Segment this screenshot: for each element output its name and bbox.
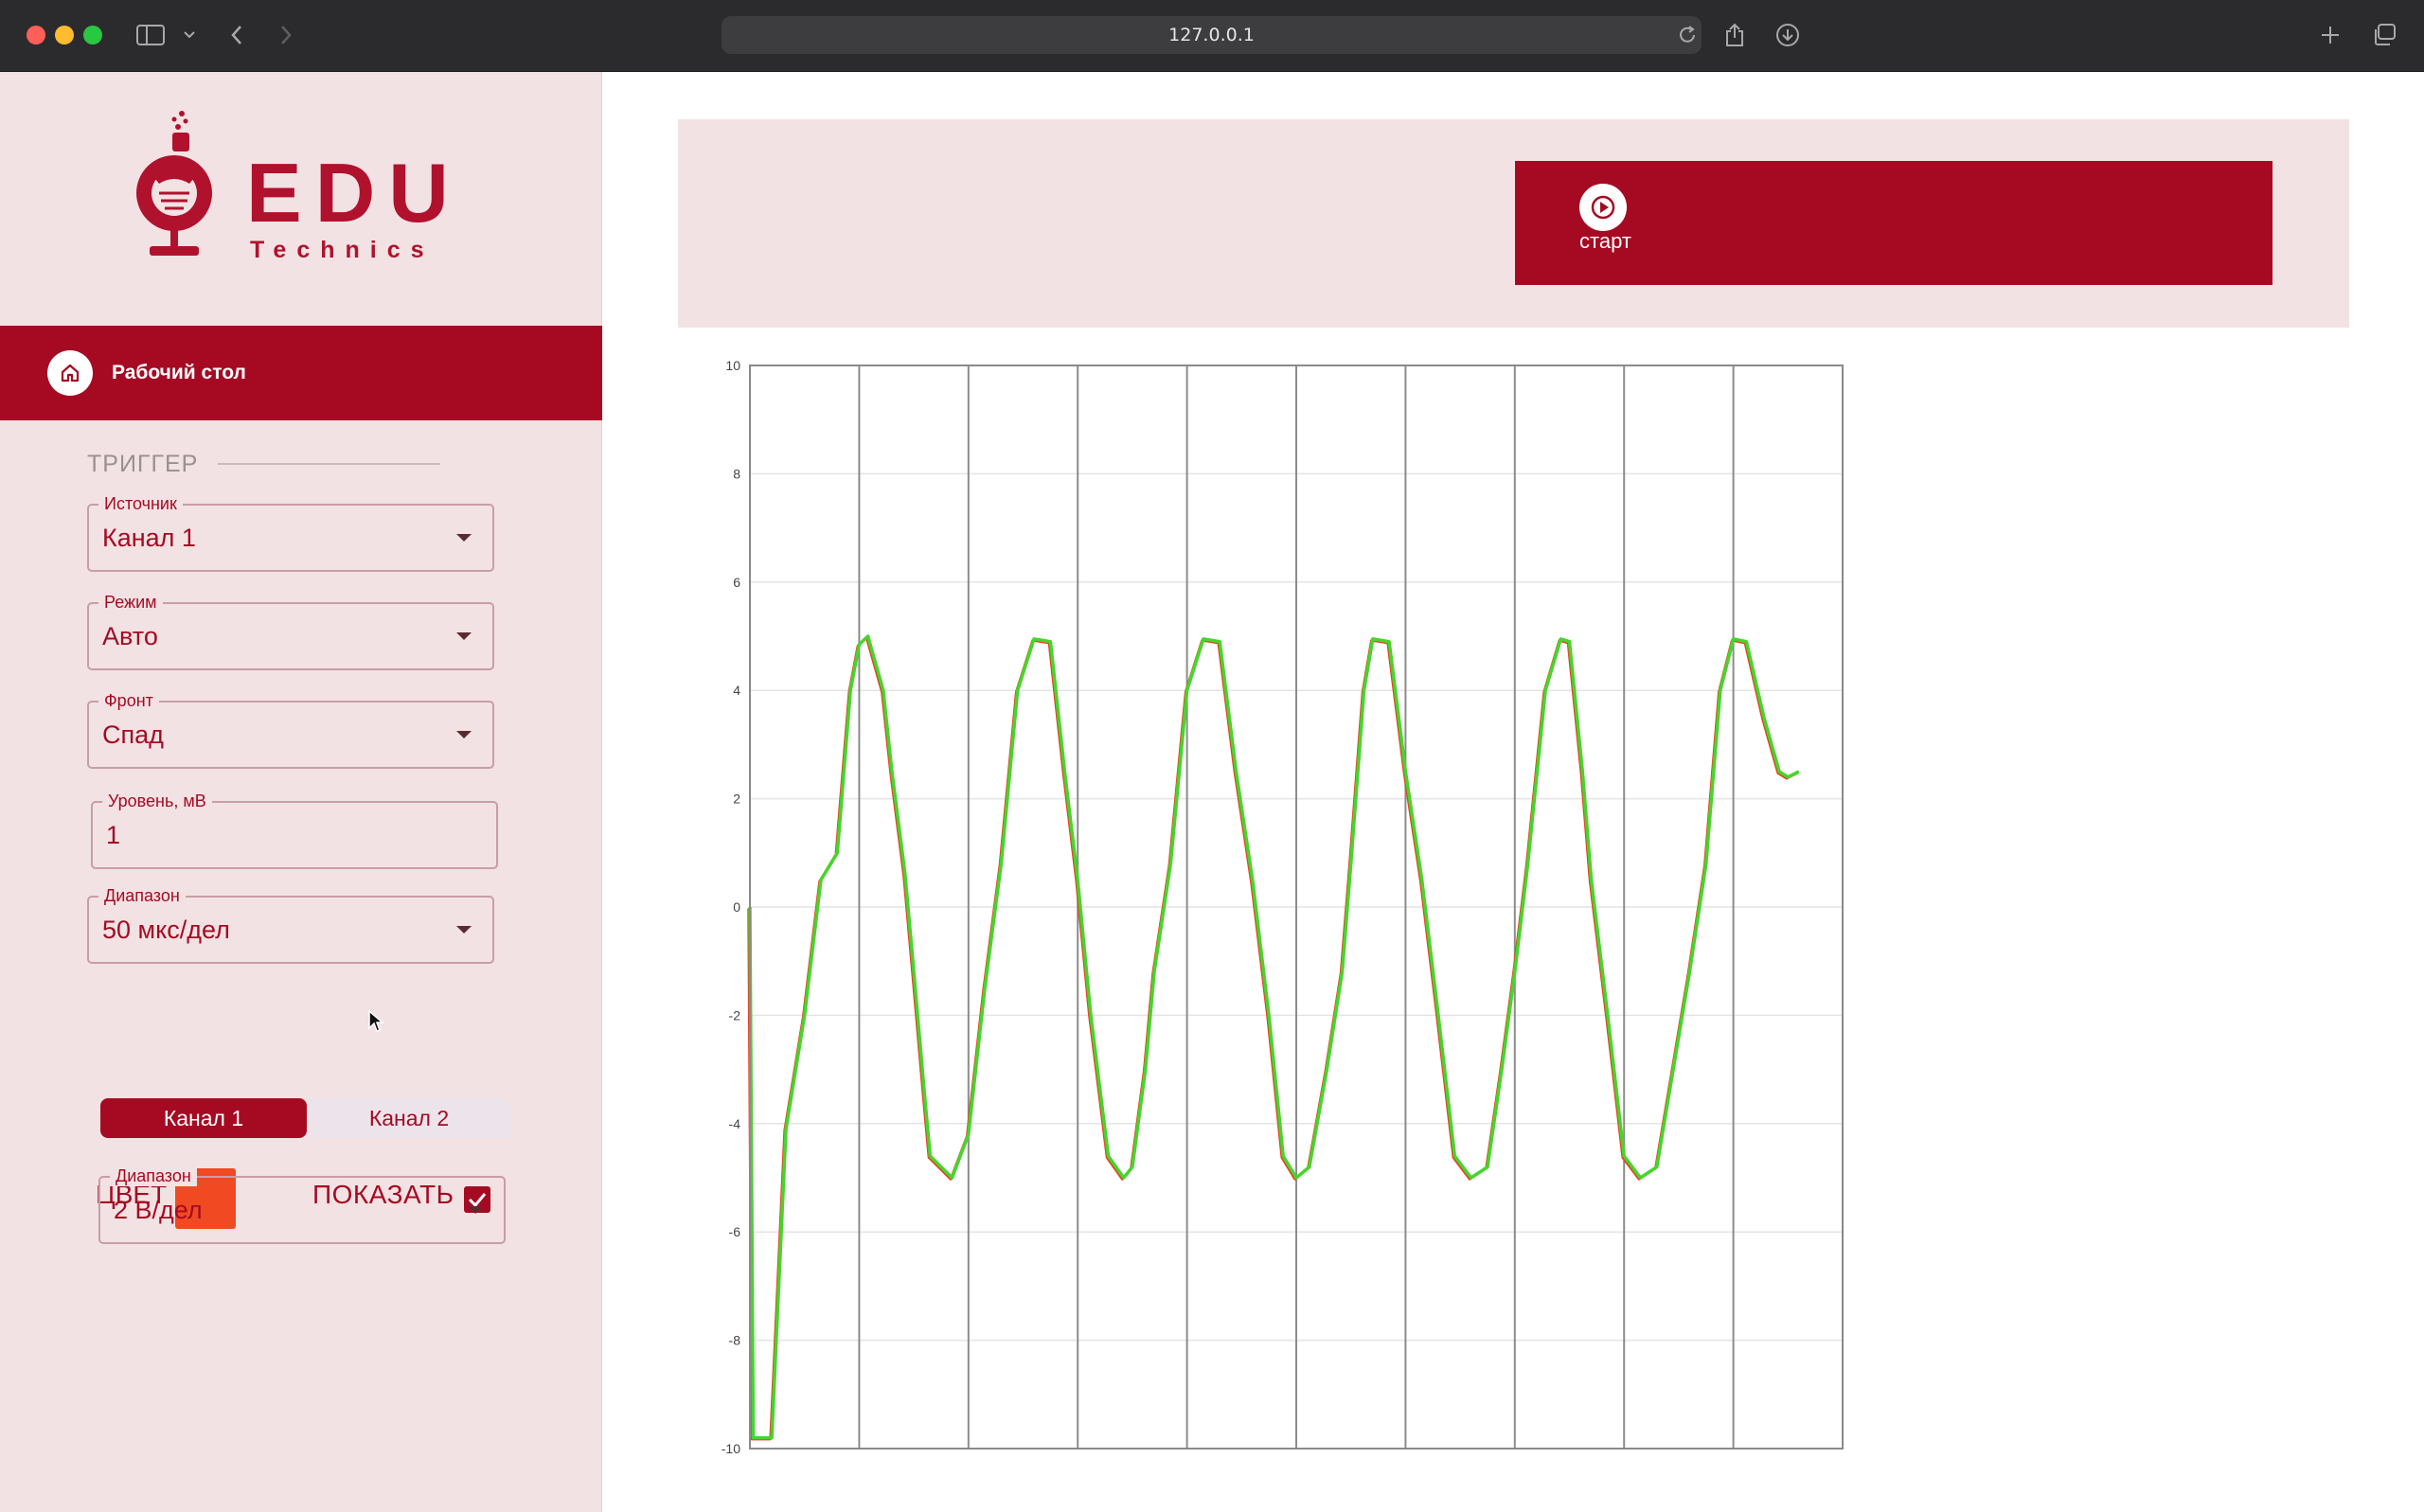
y-tick-label: -4: [729, 1116, 741, 1131]
download-icon[interactable]: [1774, 19, 1801, 51]
channel-range-select[interactable]: Диапазон 2 В/дел: [98, 1165, 506, 1244]
mouse-cursor-icon: [368, 1009, 384, 1032]
logo: EDU Technics: [133, 108, 473, 269]
y-tick-label: -10: [722, 1441, 740, 1456]
trigger-level-input[interactable]: Уровень, мВ 1: [91, 791, 498, 869]
oscilloscope-chart: 10 8 6 4 2 0 -2 -4 -6 -8 -10: [701, 350, 1865, 1468]
field-value: Канал 1: [102, 524, 196, 552]
url-text: 127.0.0.1: [1168, 25, 1255, 45]
channel-tabs: Канал 1 Канал 2: [100, 1098, 511, 1138]
series-line-0: [748, 634, 1800, 1440]
field-value: 1: [106, 821, 121, 849]
new-tab-icon[interactable]: [2318, 19, 2343, 51]
nav-item-desktop[interactable]: Рабочий стол: [0, 326, 602, 420]
y-tick-labels: 10 8 6 4 2 0 -2 -4 -6 -8 -10: [722, 358, 740, 1456]
start-button[interactable]: старт: [1515, 161, 2272, 285]
chart-svg: 10 8 6 4 2 0 -2 -4 -6 -8 -10: [722, 358, 1844, 1456]
dropdown-arrow-icon: [456, 731, 472, 738]
home-icon: [47, 350, 93, 396]
y-tick-label: -8: [729, 1333, 741, 1348]
y-tick-label: -2: [729, 1007, 741, 1023]
field-value: Спад: [102, 720, 164, 749]
start-label: старт: [1579, 229, 1631, 253]
y-tick-label: 10: [725, 358, 740, 373]
sidebar-toggle-icon[interactable]: [134, 19, 167, 51]
tab-channel-1[interactable]: Канал 1: [100, 1098, 307, 1138]
trigger-range-select[interactable]: Диапазон 50 мкс/дел: [87, 885, 494, 964]
field-value: 50 мкс/дел: [102, 916, 230, 944]
y-tick-label: 4: [733, 683, 740, 698]
microscope-logo-icon: [136, 111, 212, 256]
y-tick-label: 2: [733, 792, 740, 807]
trigger-section-title: ТРИГГЕР: [87, 451, 199, 477]
tab-overview-icon[interactable]: [2371, 19, 2397, 51]
nav-item-label: Рабочий стол: [112, 362, 246, 383]
field-value: 2 В/дел: [114, 1196, 203, 1224]
address-bar[interactable]: 127.0.0.1: [722, 16, 1702, 54]
forward-icon[interactable]: [275, 19, 297, 51]
trigger-mode-select[interactable]: Режим Авто: [87, 592, 494, 670]
dropdown-arrow-icon: [456, 534, 472, 542]
tab-channel-2[interactable]: Канал 2: [307, 1098, 511, 1138]
maximize-window-button[interactable]: [83, 26, 102, 44]
minimize-window-button[interactable]: [55, 26, 74, 44]
logo-subtitle: Technics: [250, 237, 435, 263]
close-window-button[interactable]: [27, 26, 45, 44]
browser-toolbar: 127.0.0.1: [0, 0, 2424, 72]
y-tick-label: -6: [729, 1224, 741, 1239]
trigger-source-select[interactable]: Источник Канал 1: [87, 493, 494, 572]
dropdown-arrow-icon: [456, 632, 472, 640]
trigger-edge-select[interactable]: Фронт Спад: [87, 690, 494, 769]
series-layer: [747, 634, 1800, 1441]
dropdown-arrow-icon: [468, 1206, 483, 1214]
series-line-shadow: [747, 636, 1798, 1441]
y-tick-label: 8: [733, 466, 740, 481]
dropdown-arrow-icon: [456, 926, 472, 934]
play-icon: [1579, 184, 1627, 231]
section-divider: [218, 463, 440, 465]
field-value: Авто: [102, 622, 158, 650]
y-tick-label: 0: [733, 899, 740, 915]
sidebar: EDU Technics Рабочий стол ТРИГГЕР Источн…: [0, 72, 602, 1512]
share-icon[interactable]: [1723, 19, 1746, 51]
logo-title: EDU: [246, 146, 462, 240]
chevron-down-icon[interactable]: [180, 19, 199, 51]
reload-icon[interactable]: [1676, 19, 1699, 51]
back-icon[interactable]: [225, 19, 248, 51]
y-tick-label: 6: [733, 575, 740, 590]
